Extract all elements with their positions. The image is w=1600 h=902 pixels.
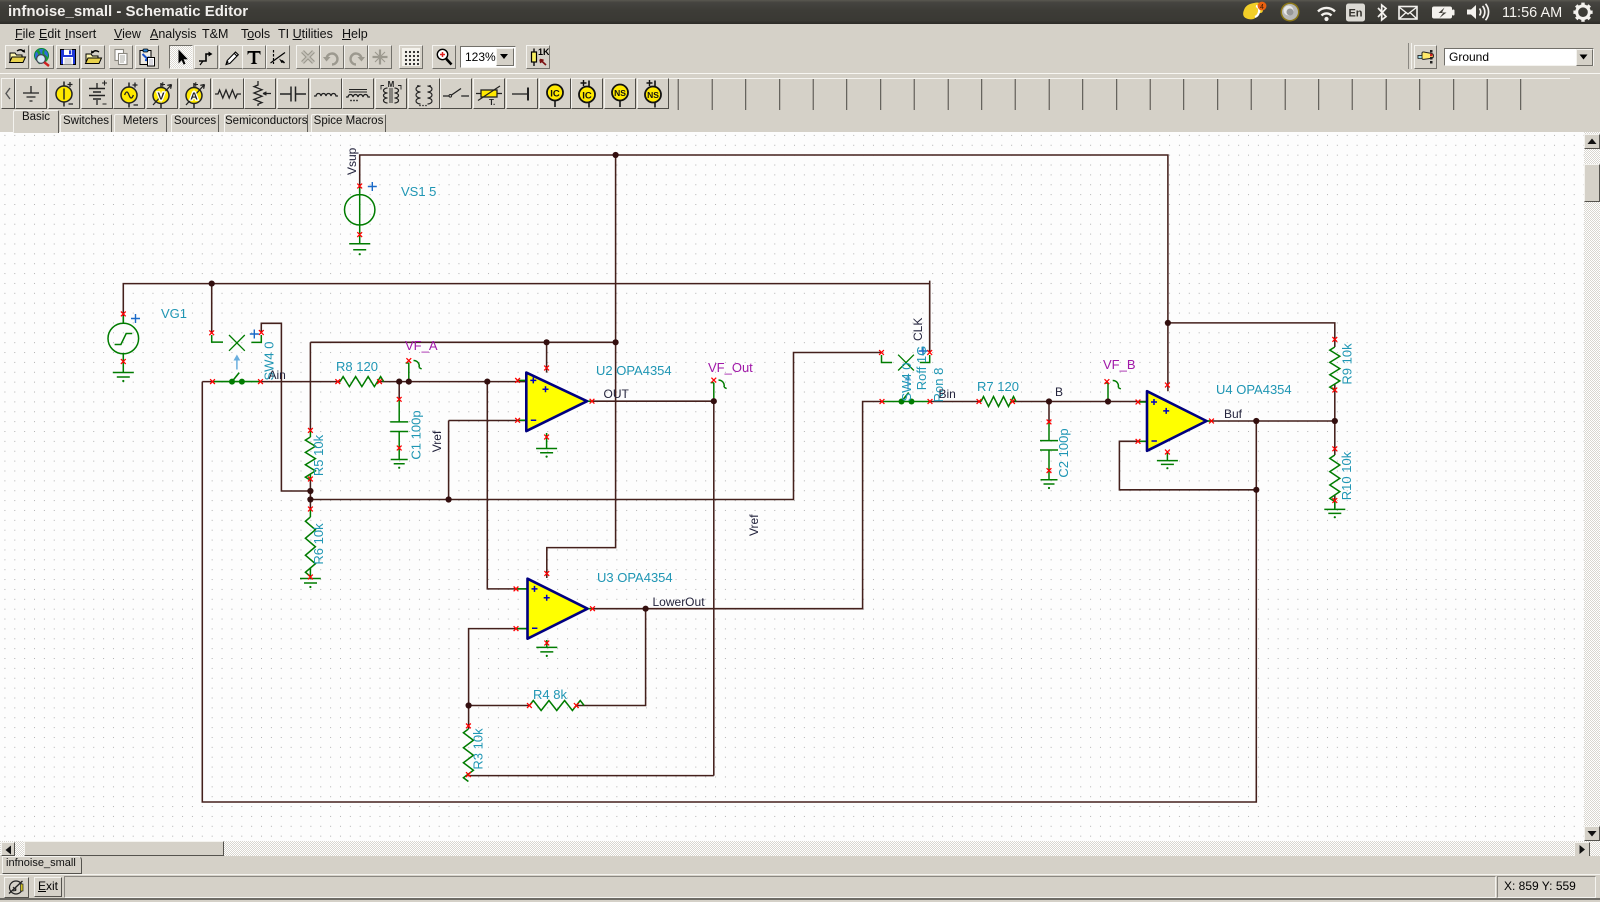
svg-text:R8 120: R8 120 xyxy=(336,359,378,374)
svg-text:CLK: CLK xyxy=(911,318,925,341)
svg-text:R7 120: R7 120 xyxy=(977,379,1019,394)
svg-text:R9 10k: R9 10k xyxy=(1340,343,1355,385)
svg-text:Ain: Ain xyxy=(269,368,286,382)
svg-text:C2 100p: C2 100p xyxy=(1056,428,1071,477)
svg-text:Roff 1G: Roff 1G xyxy=(914,346,929,391)
svg-text:T.: T. xyxy=(489,98,495,107)
svg-text:C1 100p: C1 100p xyxy=(409,410,424,459)
svg-text:Vref: Vref xyxy=(430,430,444,452)
svg-text:NS: NS xyxy=(614,88,626,98)
svg-text:NS: NS xyxy=(647,90,659,100)
svg-text:1K: 1K xyxy=(538,47,549,57)
svg-text:R10 10k: R10 10k xyxy=(1339,451,1354,500)
svg-text:R5 10k: R5 10k xyxy=(311,434,326,476)
svg-text:VF_B: VF_B xyxy=(1103,357,1136,372)
svg-text:Vref: Vref xyxy=(747,514,761,536)
svg-text:11:56 AM: 11:56 AM xyxy=(1502,5,1562,21)
svg-text:A: A xyxy=(190,91,198,103)
svg-text:VF_Out: VF_Out xyxy=(708,360,753,375)
svg-text:U4 OPA4354: U4 OPA4354 xyxy=(1216,382,1292,397)
svg-text:VF_A: VF_A xyxy=(405,338,438,353)
svg-text:OUT: OUT xyxy=(604,387,630,401)
svg-text:SW4 0: SW4 0 xyxy=(899,362,914,401)
svg-text:IC: IC xyxy=(550,89,560,100)
svg-text:B: B xyxy=(1055,385,1063,399)
svg-text:IC: IC xyxy=(582,91,592,102)
svg-text:Buf: Buf xyxy=(1224,407,1243,421)
svg-text:Vsup: Vsup xyxy=(345,147,359,175)
svg-text:LowerOut: LowerOut xyxy=(653,595,706,609)
svg-text:U3 OPA4354: U3 OPA4354 xyxy=(597,570,673,585)
svg-text:En: En xyxy=(1348,8,1362,20)
svg-text:R3 10k: R3 10k xyxy=(471,728,486,770)
svg-text:Bin: Bin xyxy=(939,387,956,401)
svg-text:M: M xyxy=(388,80,395,89)
svg-text:4: 4 xyxy=(1260,4,1264,11)
svg-text:V: V xyxy=(158,91,165,103)
svg-text:VG1: VG1 xyxy=(161,306,187,321)
svg-text:R4 8k: R4 8k xyxy=(533,687,567,702)
svg-text:VS1 5: VS1 5 xyxy=(401,184,436,199)
svg-text:U2 OPA4354: U2 OPA4354 xyxy=(596,363,672,378)
svg-text:R6 10k: R6 10k xyxy=(311,523,326,565)
